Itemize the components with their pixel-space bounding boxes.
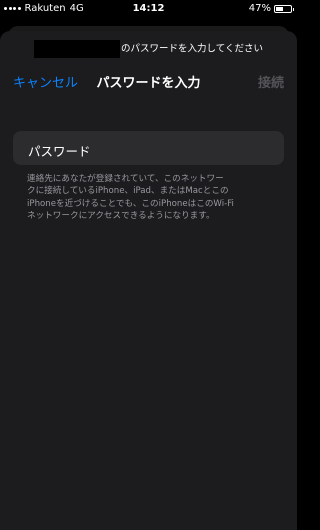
password-sheet	[0, 31, 297, 530]
password-field[interactable]	[93, 137, 274, 161]
prompt-text: のパスワードを入力してください	[121, 43, 263, 55]
battery-icon	[274, 4, 294, 13]
password-sharing-hint: 連絡先にあなたが登録されていて、このネットワー クに接続しているiPhone、i…	[27, 173, 283, 223]
status-bar: Rakuten 4G 14:12 47%	[0, 0, 297, 18]
hint-line: 連絡先にあなたが登録されていて、このネットワー	[27, 174, 224, 184]
hint-line: クに接続しているiPhone、iPad、またはMacとこの	[27, 186, 229, 197]
redacted-network-name	[34, 40, 121, 58]
battery-percent: 47%	[248, 3, 271, 14]
status-right: 47%	[248, 3, 294, 14]
password-row[interactable]: パスワード	[13, 131, 284, 165]
hint-line: ネットワークにアクセスできるようになります。	[27, 211, 215, 222]
page-title: パスワードを入力	[96, 76, 201, 91]
password-label: パスワード	[28, 144, 91, 159]
join-button[interactable]: 接続	[258, 72, 284, 91]
network-prompt: のパスワードを入力してください	[0, 40, 297, 58]
hint-line: iPhoneを近づけることでも、このiPhoneはこのWi-Fi	[27, 198, 234, 209]
navigation-bar: キャンセル パスワードを入力 接続	[0, 72, 297, 92]
